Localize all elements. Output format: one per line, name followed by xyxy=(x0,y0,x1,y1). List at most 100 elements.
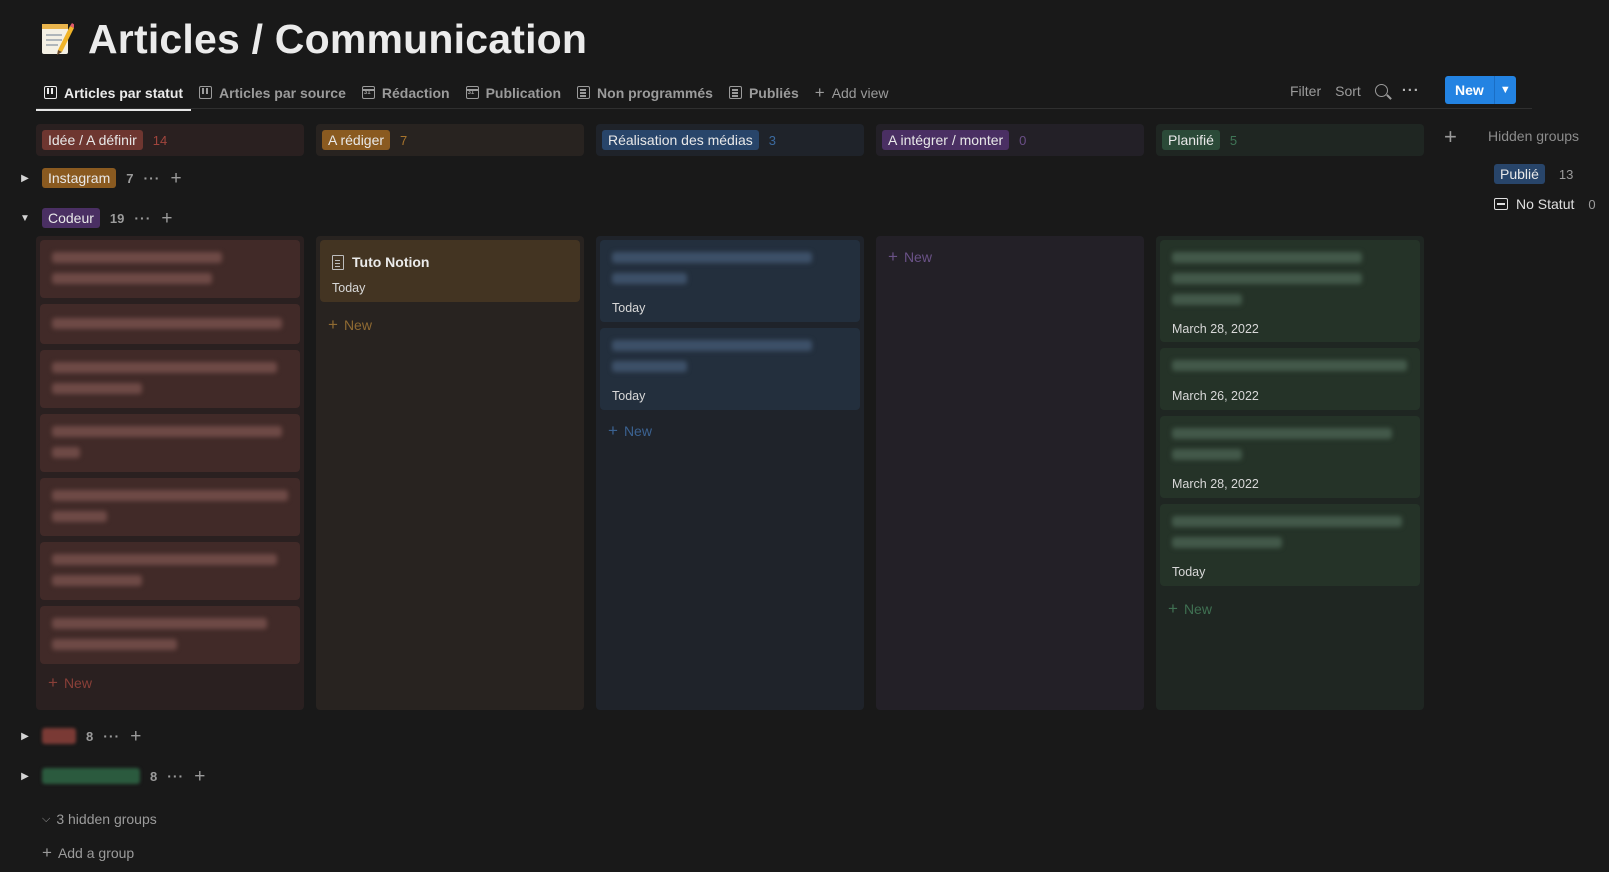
group-count: 8 xyxy=(150,768,158,784)
more-options-icon[interactable]: ··· xyxy=(1402,82,1420,99)
card-date: March 26, 2022 xyxy=(1172,389,1259,403)
plus-icon: + xyxy=(48,673,58,692)
hidden-group-label: No Statut xyxy=(1516,196,1575,212)
board-column-planifie: March 28, 2022 March 26, 2022 March 28, … xyxy=(1156,236,1424,710)
tab-label: Articles par statut xyxy=(64,84,184,101)
column-header-a-integrer[interactable]: A intégrer / monter 0 xyxy=(876,124,1144,156)
document-icon xyxy=(332,254,344,270)
board-column-realisation-medias: Today Today + New xyxy=(596,236,864,710)
tab-label: Articles par source xyxy=(219,84,346,101)
plus-icon[interactable]: + xyxy=(161,209,172,228)
group-count: 7 xyxy=(126,170,134,186)
column-header-idee[interactable]: Idée / A définir 14 xyxy=(36,124,304,156)
board-card[interactable]: Today xyxy=(600,240,860,322)
caret-right-icon[interactable]: ▶ xyxy=(18,729,32,743)
caret-right-icon[interactable]: ▶ xyxy=(18,769,32,783)
add-card-button[interactable]: + New xyxy=(608,422,652,439)
calendar-icon xyxy=(465,86,479,99)
board-card[interactable] xyxy=(40,542,300,600)
board-card[interactable]: Today xyxy=(600,328,860,410)
calendar-icon xyxy=(361,86,375,99)
board-card[interactable] xyxy=(40,304,300,344)
sort-button[interactable]: Sort xyxy=(1335,83,1361,99)
tab-label: Non programmés xyxy=(597,84,713,101)
group-count: 19 xyxy=(109,210,125,226)
view-tabs: Articles par statut Articles par source … xyxy=(36,76,897,111)
group-collapsed[interactable]: ▶ 8 ··· + xyxy=(18,764,205,788)
tab-articles-par-source[interactable]: Articles par source xyxy=(191,76,354,109)
tab-label: Add view xyxy=(831,84,889,101)
card-date: Today xyxy=(332,281,366,295)
new-button[interactable]: New xyxy=(1445,76,1494,104)
add-column-button[interactable]: + xyxy=(1444,126,1457,148)
plus-icon: + xyxy=(1168,599,1178,618)
search-icon[interactable] xyxy=(1374,84,1388,97)
card-date: March 28, 2022 xyxy=(1172,322,1259,336)
column-header-a-rediger[interactable]: A rédiger 7 xyxy=(316,124,584,156)
plus-icon[interactable]: + xyxy=(194,767,205,786)
page-title[interactable]: Articles / Communication xyxy=(88,16,587,63)
tabs-divider xyxy=(36,108,1532,109)
new-button-group: New ▼ xyxy=(1445,76,1516,104)
plus-icon: + xyxy=(42,843,52,862)
hidden-group-publie[interactable]: Publié 13 xyxy=(1494,164,1573,184)
tab-redaction[interactable]: Rédaction xyxy=(354,76,458,109)
more-options-icon[interactable]: ··· xyxy=(134,210,151,226)
view-toolbar: Filter Sort ··· xyxy=(1290,76,1420,105)
card-title: Tuto Notion xyxy=(352,254,430,270)
board-card[interactable] xyxy=(40,240,300,298)
board-card[interactable]: March 28, 2022 xyxy=(1160,240,1420,342)
caret-down-icon[interactable]: ▼ xyxy=(18,211,32,225)
add-card-button[interactable]: + New xyxy=(1168,600,1212,617)
hidden-groups-title: Hidden groups xyxy=(1488,128,1580,144)
board-card[interactable] xyxy=(40,350,300,408)
add-view-button[interactable]: + Add view xyxy=(807,76,897,109)
column-count: 0 xyxy=(1019,132,1027,148)
group-codeur[interactable]: ▼ Codeur 19 ··· + xyxy=(18,206,173,230)
group-collapsed[interactable]: ▶ 8 ··· + xyxy=(18,724,141,748)
add-card-button[interactable]: + New xyxy=(888,248,932,265)
board-card[interactable]: Tuto Notion Today xyxy=(320,240,580,302)
board-column-idee: + New xyxy=(36,236,304,710)
tab-articles-par-statut[interactable]: Articles par statut xyxy=(36,76,192,111)
memo-icon[interactable] xyxy=(40,20,75,58)
board-card[interactable] xyxy=(40,606,300,664)
list-icon xyxy=(728,86,742,99)
board-card[interactable]: Today xyxy=(1160,504,1420,586)
add-card-button[interactable]: + New xyxy=(328,316,372,333)
group-badge xyxy=(42,768,140,784)
card-date: Today xyxy=(612,301,646,315)
plus-icon[interactable]: + xyxy=(170,169,181,188)
column-count: 14 xyxy=(152,132,168,148)
board-card[interactable] xyxy=(40,478,300,536)
plus-icon[interactable]: + xyxy=(130,727,141,746)
column-count: 5 xyxy=(1229,132,1238,148)
filter-button[interactable]: Filter xyxy=(1290,83,1321,99)
board-icon xyxy=(44,86,57,99)
status-badge: A rédiger xyxy=(322,130,391,150)
page-header: Articles / Communication xyxy=(40,14,587,64)
hidden-group-count: 13 xyxy=(1558,166,1574,182)
hidden-groups-toggle[interactable]: ⌵ 3 hidden groups xyxy=(42,811,157,827)
column-header-planifie[interactable]: Planifié 5 xyxy=(1156,124,1424,156)
more-options-icon[interactable]: ··· xyxy=(143,170,160,186)
card-date: Today xyxy=(1172,565,1206,579)
add-group-button[interactable]: + Add a group xyxy=(42,844,134,861)
column-header-realisation-medias[interactable]: Réalisation des médias 3 xyxy=(596,124,864,156)
add-card-button[interactable]: + New xyxy=(48,674,92,691)
tab-publies[interactable]: Publiés xyxy=(721,76,807,109)
board-column-a-rediger: Tuto Notion Today + New xyxy=(316,236,584,710)
chevron-down-icon[interactable]: ▼ xyxy=(1493,76,1516,104)
tab-non-programmes[interactable]: Non programmés xyxy=(569,76,721,109)
board-card[interactable] xyxy=(40,414,300,472)
board-card[interactable]: March 28, 2022 xyxy=(1160,416,1420,498)
board-card[interactable]: March 26, 2022 xyxy=(1160,348,1420,410)
status-badge: Publié xyxy=(1494,164,1545,184)
tab-publication[interactable]: Publication xyxy=(458,76,569,109)
list-icon xyxy=(577,86,591,99)
more-options-icon[interactable]: ··· xyxy=(103,728,120,744)
group-instagram[interactable]: ▶ Instagram 7 ··· + xyxy=(18,166,182,190)
more-options-icon[interactable]: ··· xyxy=(167,768,184,784)
caret-right-icon[interactable]: ▶ xyxy=(18,171,32,185)
hidden-group-no-statut[interactable]: No Statut 0 xyxy=(1494,194,1596,214)
